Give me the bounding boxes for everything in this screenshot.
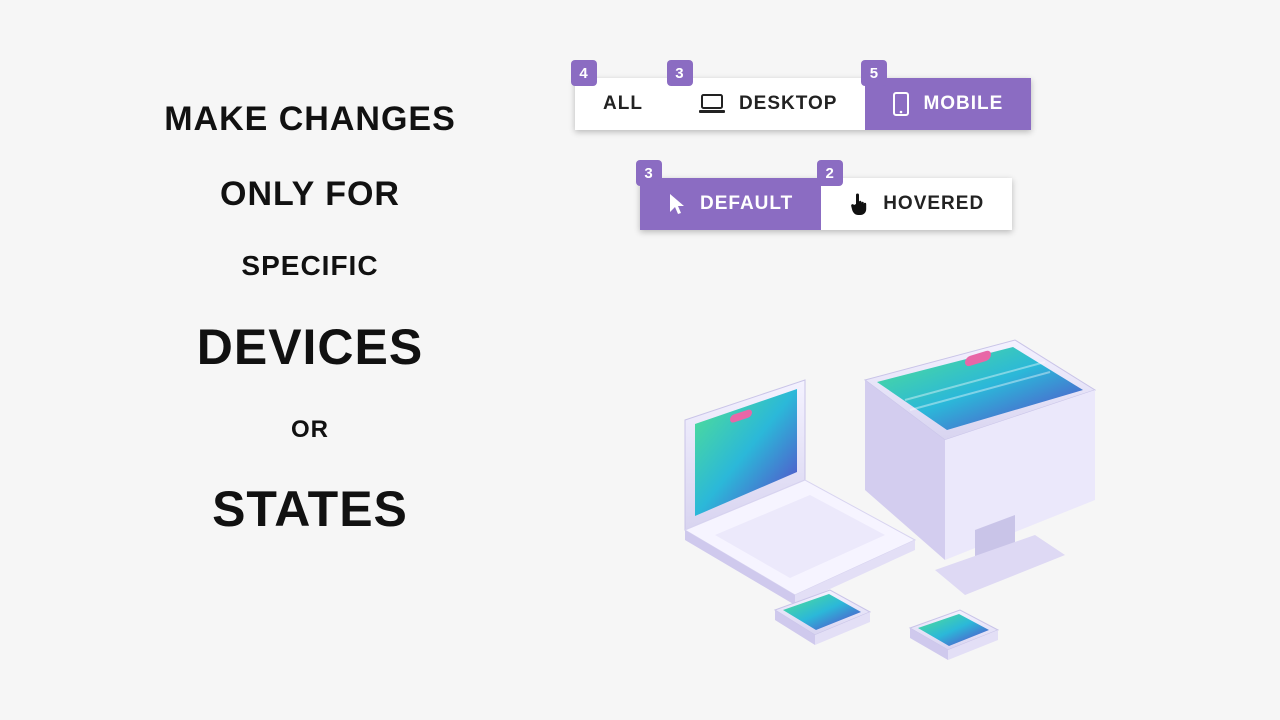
copy-line-6: STATES [80,480,540,538]
illustration-phone-2 [910,610,998,660]
copy-line-5: OR [80,416,540,444]
state-tab-default-badge: 3 [636,160,662,186]
devices-illustration [625,320,1105,690]
state-tab-hovered-label: HOVERED [883,193,984,215]
copy-line-1: MAKE CHANGES [80,100,540,139]
cursor-arrow-icon [668,192,686,216]
device-tab-all-label: ALL [603,93,643,115]
device-tab-mobile-label: MOBILE [923,93,1003,115]
mobile-icon [893,92,909,116]
copy-line-2: ONLY FOR [80,175,540,214]
device-tab-all[interactable]: 4 ALL [575,78,671,130]
headline-copy: MAKE CHANGES ONLY FOR SPECIFIC DEVICES O… [80,100,540,578]
state-tab-hovered[interactable]: 2 HOVERED [821,178,1012,230]
device-tab-mobile[interactable]: 5 MOBILE [865,78,1031,130]
laptop-icon [699,94,725,114]
state-selector: 3 DEFAULT 2 HOVERED [640,178,1012,230]
device-tab-mobile-badge: 5 [861,60,887,86]
device-selector: 4 ALL 3 DESKTOP 5 MOBILE [575,78,1031,130]
state-tab-default[interactable]: 3 DEFAULT [640,178,821,230]
state-tab-default-label: DEFAULT [700,193,793,215]
cursor-hand-icon [849,192,869,216]
state-tab-hovered-badge: 2 [817,160,843,186]
copy-line-3: SPECIFIC [80,250,540,282]
device-tab-desktop[interactable]: 3 DESKTOP [671,78,866,130]
device-tab-all-badge: 4 [571,60,597,86]
device-tab-desktop-badge: 3 [667,60,693,86]
copy-line-4: DEVICES [80,318,540,376]
device-tab-desktop-label: DESKTOP [739,93,838,115]
